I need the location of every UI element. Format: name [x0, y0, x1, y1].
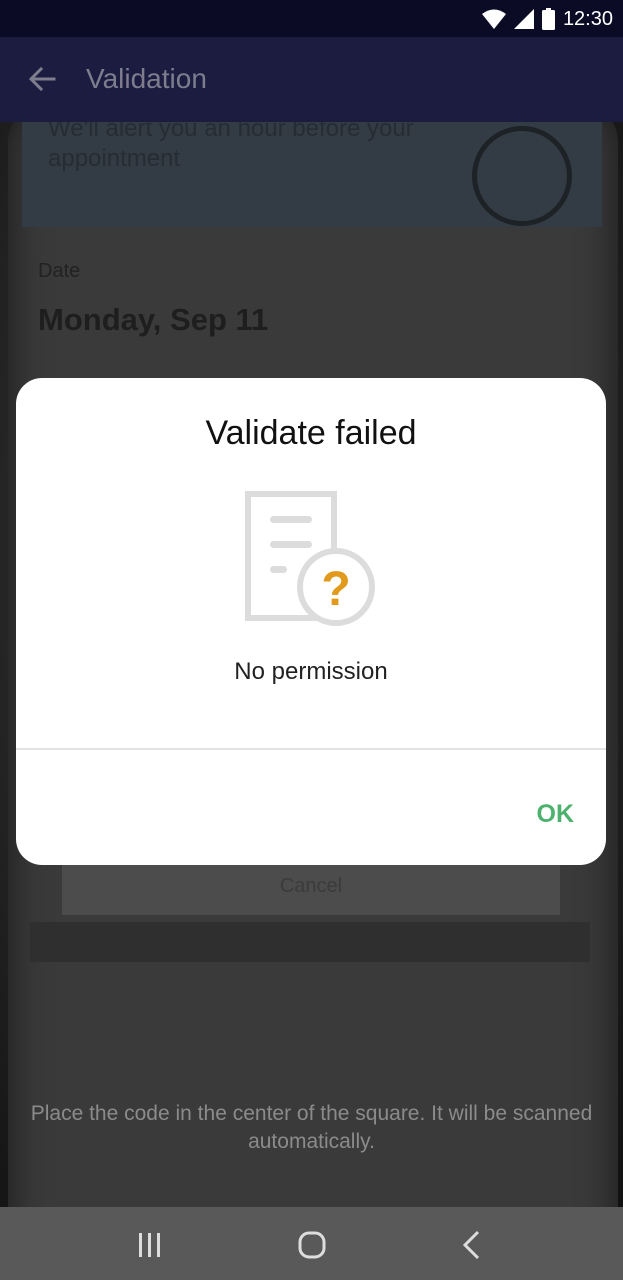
back-arrow-icon[interactable] [26, 63, 58, 95]
app-bar: Validation [0, 37, 623, 122]
wifi-icon [481, 9, 506, 29]
background-cancel-label: Cancel [279, 875, 343, 897]
home-icon[interactable] [292, 1227, 332, 1263]
validation-dialog: Validate failed ? No permission OK [16, 378, 606, 865]
system-nav-bar [0, 1207, 623, 1280]
status-icons: 12:30 [481, 6, 613, 32]
dialog-title: Validate failed [205, 414, 417, 452]
appointment-card: We'll alert you an hour before your appo… [22, 122, 602, 227]
back-icon[interactable] [452, 1227, 492, 1263]
cellular-signal-icon [513, 9, 534, 29]
date-value: Monday, Sep 11 [38, 302, 269, 337]
scan-hint: Place the code in the center of the squa… [30, 1102, 593, 1153]
dialog-divider [16, 748, 606, 750]
ok-button[interactable]: OK [537, 800, 575, 829]
clock-time: 12:30 [562, 7, 613, 30]
appointment-text: We'll alert you an hour before your appo… [48, 122, 414, 172]
background-cancel-button: Cancel [62, 857, 560, 915]
battery-icon [541, 8, 555, 30]
document-question-icon: ? [245, 491, 375, 626]
svg-text:?: ? [321, 563, 350, 616]
dialog-message: No permission [234, 658, 388, 685]
date-label: Date [38, 260, 81, 282]
recents-icon[interactable] [130, 1227, 170, 1263]
status-bar: 12:30 [0, 0, 623, 37]
clock-icon [472, 126, 572, 226]
scene-shadow [30, 922, 590, 962]
page-title: Validation [86, 63, 207, 94]
